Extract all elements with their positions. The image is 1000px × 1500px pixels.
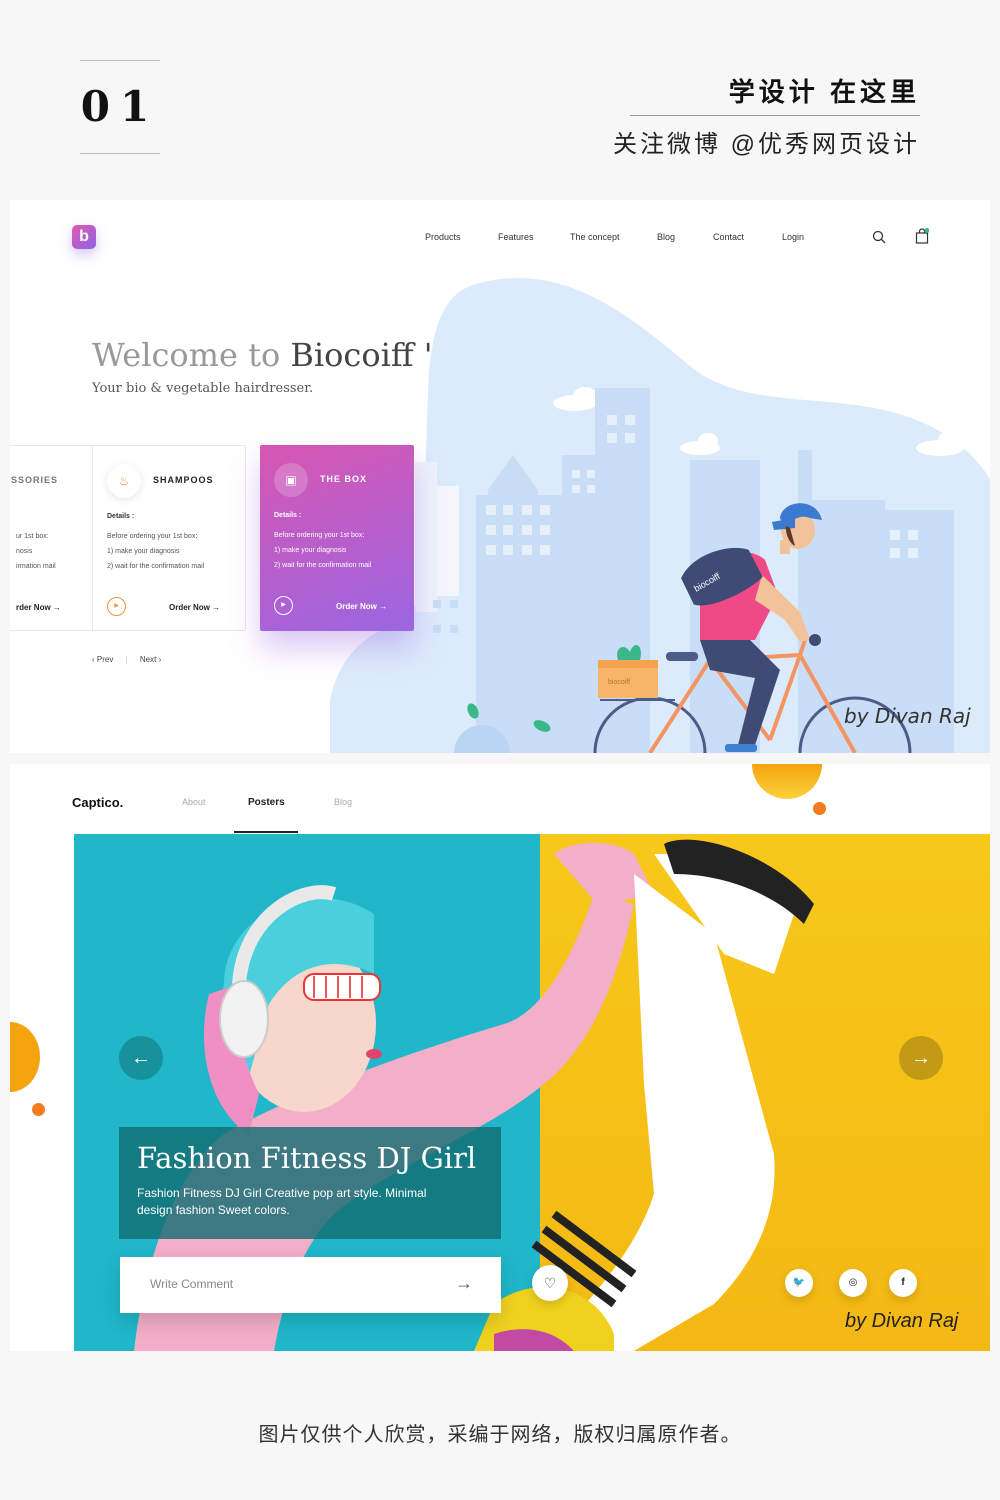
- next-slide-button[interactable]: →: [899, 1036, 943, 1080]
- card-line: Before ordering your 1st box:: [107, 533, 198, 540]
- nav-posters[interactable]: Posters: [248, 797, 285, 808]
- nav-features[interactable]: Features: [498, 232, 534, 242]
- pager-separator: |: [125, 655, 128, 664]
- active-tab-indicator: [234, 831, 298, 833]
- order-now-link[interactable]: Order Now →: [336, 602, 387, 611]
- product-card-accessories[interactable]: SSORIES ur 1st box: nosis irmation mail …: [10, 445, 104, 631]
- instagram-icon[interactable]: ◎: [839, 1269, 867, 1297]
- order-now-link[interactable]: rder Now →: [16, 603, 61, 612]
- orange-half-circle-left: [10, 1022, 40, 1092]
- facebook-icon[interactable]: f: [889, 1269, 917, 1297]
- prev-button[interactable]: ‹ Prev: [92, 655, 113, 664]
- tagline: 学设计 在这里 关注微博 @优秀网页设计: [613, 72, 920, 159]
- card-title: SSORIES: [11, 475, 59, 485]
- twitter-icon[interactable]: 🐦: [785, 1269, 813, 1297]
- card-line: 2) wait for the confirmation mail: [107, 563, 205, 570]
- hero-title: Welcome to Biocoiff ': [92, 336, 433, 374]
- orange-dot: [32, 1103, 45, 1116]
- nav-about[interactable]: About: [182, 797, 206, 807]
- hero-subtitle: Your bio & vegetable hairdresser.: [92, 381, 314, 396]
- orange-dot: [813, 802, 826, 815]
- prev-slide-button[interactable]: ←: [119, 1036, 163, 1080]
- box-icon: ▣: [274, 463, 308, 497]
- card-line: 2) wait for the confirmation mail: [274, 562, 372, 569]
- search-icon[interactable]: [872, 230, 886, 244]
- nav-contact[interactable]: Contact: [713, 232, 744, 242]
- orange-half-circle: [752, 764, 822, 799]
- nav-products[interactable]: Products: [425, 232, 461, 242]
- card-line: 1) make your diagnosis: [274, 547, 347, 554]
- captico-screenshot: Captico. About Posters Blog ← → Fashion …: [10, 764, 990, 1351]
- play-icon[interactable]: ▶: [107, 597, 126, 616]
- hero-title-brand: Biocoiff ': [290, 336, 433, 374]
- card-details-heading: Details :: [107, 513, 135, 520]
- send-arrow-icon[interactable]: →: [455, 1273, 473, 1294]
- tagline-sub: 关注微博 @优秀网页设计: [612, 131, 920, 158]
- card-title: THE BOX: [320, 474, 368, 484]
- comment-box: →: [120, 1257, 501, 1313]
- card-pager: ‹ Prev | Next ›: [92, 655, 171, 664]
- nav-blog[interactable]: Blog: [334, 797, 352, 807]
- shampoo-bottle-icon: ♨: [107, 464, 141, 498]
- comment-input[interactable]: [150, 1277, 440, 1291]
- nav-login[interactable]: Login: [782, 232, 804, 242]
- designer-credit: by Divan Raj: [845, 1310, 959, 1332]
- card-details-heading: Details :: [274, 512, 302, 519]
- product-card-the-box[interactable]: ▣ THE BOX Details : Before ordering your…: [260, 445, 414, 631]
- poster-hero: ← → Fashion Fitness DJ Girl Fashion Fitn…: [74, 834, 990, 1351]
- poster-title: Fashion Fitness DJ Girl: [137, 1141, 477, 1175]
- poster-caption: Fashion Fitness DJ Girl Fashion Fitness …: [119, 1127, 501, 1239]
- issue-number: 01: [80, 82, 160, 131]
- issue-number-block: 01: [80, 60, 160, 154]
- hero-title-light: Welcome to: [92, 336, 291, 374]
- product-card-shampoos[interactable]: ♨ SHAMPOOS Details : Before ordering you…: [92, 445, 246, 631]
- nav-blog[interactable]: Blog: [657, 232, 675, 242]
- biocoiff-screenshot: biocoiff biocoiff b Products Features Th…: [10, 200, 990, 753]
- nav-the-concept[interactable]: The concept: [570, 232, 620, 242]
- captico-logo[interactable]: Captico.: [72, 795, 123, 810]
- copyright-notice: 图片仅供个人欣赏，采编于网络，版权归属原作者。: [258, 1424, 742, 1446]
- card-line: Before ordering your 1st box:: [274, 532, 365, 539]
- card-line: ur 1st box:: [16, 533, 49, 540]
- order-now-link[interactable]: Order Now →: [169, 603, 220, 612]
- tagline-main: 学设计 在这里: [728, 77, 920, 107]
- designer-credit: by Divan Raj: [844, 704, 971, 728]
- card-line: 1) make your diagnosis: [107, 548, 180, 555]
- card-line: nosis: [16, 548, 33, 555]
- card-title: SHAMPOOS: [153, 475, 214, 485]
- next-button[interactable]: Next ›: [140, 655, 161, 664]
- like-heart-icon[interactable]: ♡: [532, 1265, 568, 1301]
- shopping-bag-icon[interactable]: [915, 228, 929, 244]
- biocoiff-logo[interactable]: b: [72, 225, 96, 249]
- poster-description: Fashion Fitness DJ Girl Creative pop art…: [137, 1186, 427, 1217]
- card-line: irmation mail: [16, 563, 56, 570]
- play-icon[interactable]: ▶: [274, 596, 293, 615]
